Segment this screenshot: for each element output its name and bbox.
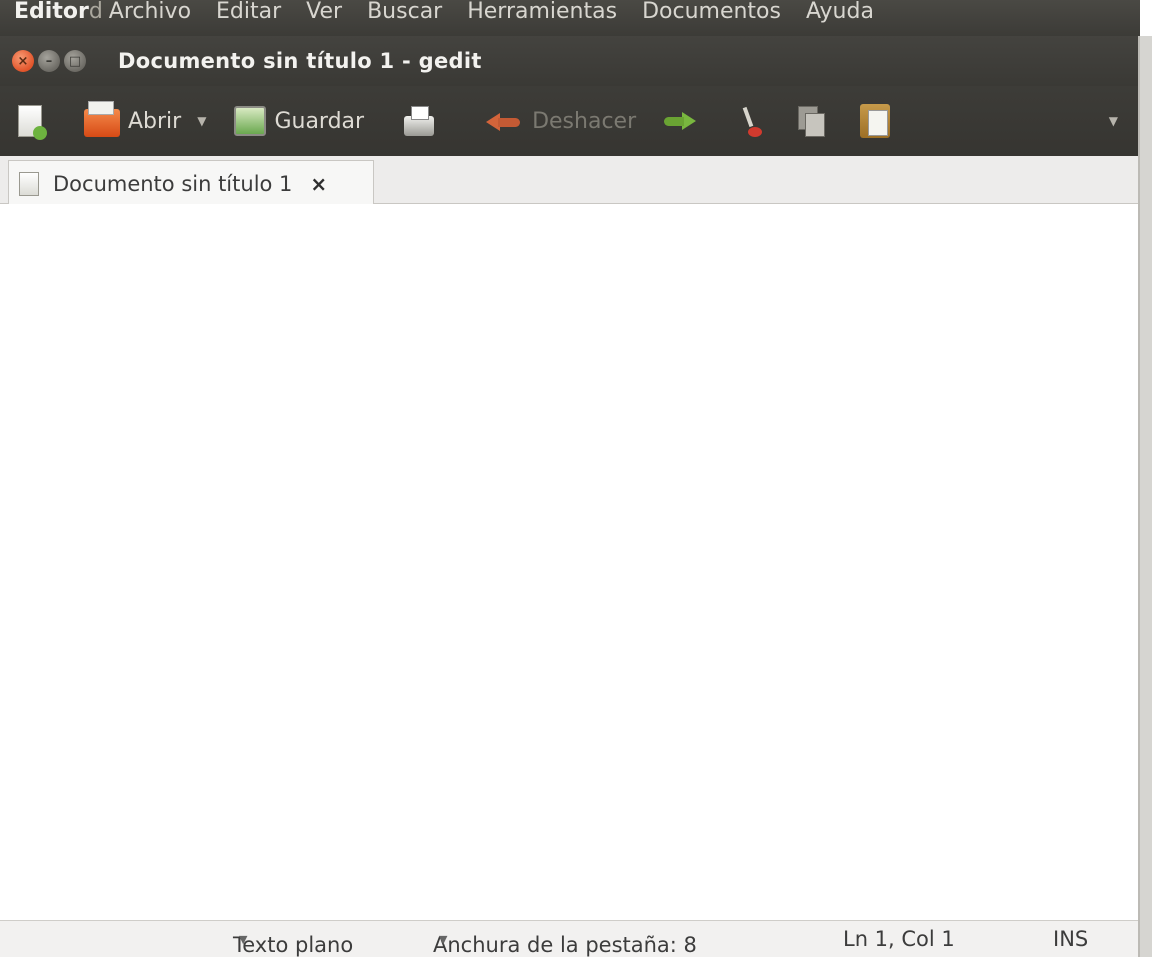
text-editor-area[interactable] (0, 204, 1138, 920)
copy-icon (798, 106, 826, 137)
tab-width-label: Anchura de la pestaña: 8 (433, 933, 697, 957)
menu-ver[interactable]: Ver (306, 0, 342, 24)
chevron-down-icon: ▼ (239, 933, 248, 946)
toolbar: Abrir ▼ Guardar Deshacer ▼ (0, 86, 1140, 156)
status-bar: Texto plano ▼ Anchura de la pestaña: 8 ▼ L… (0, 920, 1138, 957)
tab-label: Documento sin título 1 (53, 171, 293, 196)
paste-icon (860, 104, 891, 138)
document-tab-strip: Documento sin título 1 × (0, 156, 1140, 206)
paste-button[interactable] (860, 104, 891, 138)
document-icon (19, 171, 39, 196)
tab-close-icon[interactable]: × (310, 172, 327, 196)
undo-button[interactable]: Deshacer (484, 109, 636, 134)
window-right-edge (1138, 36, 1152, 957)
new-document-icon (18, 105, 47, 140)
open-folder-icon (84, 101, 120, 137)
close-icon: × (17, 53, 29, 69)
open-recent-dropdown[interactable]: ▼ (197, 114, 206, 128)
save-button-label: Guardar (274, 108, 365, 134)
new-document-button[interactable] (18, 105, 47, 140)
cut-button[interactable] (744, 105, 766, 137)
minimize-window-button[interactable]: – (38, 50, 60, 72)
language-label: Texto plano (233, 933, 354, 957)
undo-icon (484, 111, 524, 131)
copy-button[interactable] (798, 106, 826, 137)
global-menubar: Editor d Archivo Editar Ver Buscar Herra… (0, 0, 1140, 36)
menu-buscar[interactable]: Buscar (367, 0, 442, 24)
window-titlebar[interactable]: × – □ Documento sin título 1 - gedit (0, 36, 1140, 86)
cursor-position: Ln 1, Col 1 (843, 927, 955, 951)
insert-mode-indicator: INS (1053, 927, 1089, 951)
maximize-icon: □ (68, 53, 82, 69)
app-name: Editor (14, 0, 89, 24)
print-icon (404, 106, 435, 136)
menu-editar[interactable]: Editar (216, 0, 281, 24)
undo-button-label: Deshacer (532, 108, 637, 134)
tab-documento-sin-titulo-1[interactable]: Documento sin título 1 × (8, 160, 374, 206)
save-button[interactable]: Guardar (234, 106, 364, 136)
maximize-window-button[interactable]: □ (64, 50, 86, 72)
close-window-button[interactable]: × (12, 50, 34, 72)
open-button-label: Abrir (128, 108, 182, 134)
app-name-suffix: d (88, 0, 103, 24)
cut-icon (744, 105, 766, 137)
window-title: Documento sin título 1 - gedit (118, 49, 482, 73)
open-button[interactable]: Abrir (84, 101, 182, 137)
menu-archivo[interactable]: Archivo (109, 0, 191, 24)
menu-documentos[interactable]: Documentos (642, 0, 781, 24)
chevron-down-icon: ▼ (439, 933, 448, 946)
print-button[interactable] (404, 106, 435, 136)
minimize-icon: – (45, 53, 53, 69)
menu-herramientas[interactable]: Herramientas (467, 0, 617, 24)
save-icon (234, 106, 267, 136)
toolbar-overflow-button[interactable]: ▼ (1109, 114, 1118, 128)
menu-ayuda[interactable]: Ayuda (806, 0, 874, 24)
redo-button[interactable] (662, 110, 698, 132)
redo-icon (662, 110, 698, 132)
